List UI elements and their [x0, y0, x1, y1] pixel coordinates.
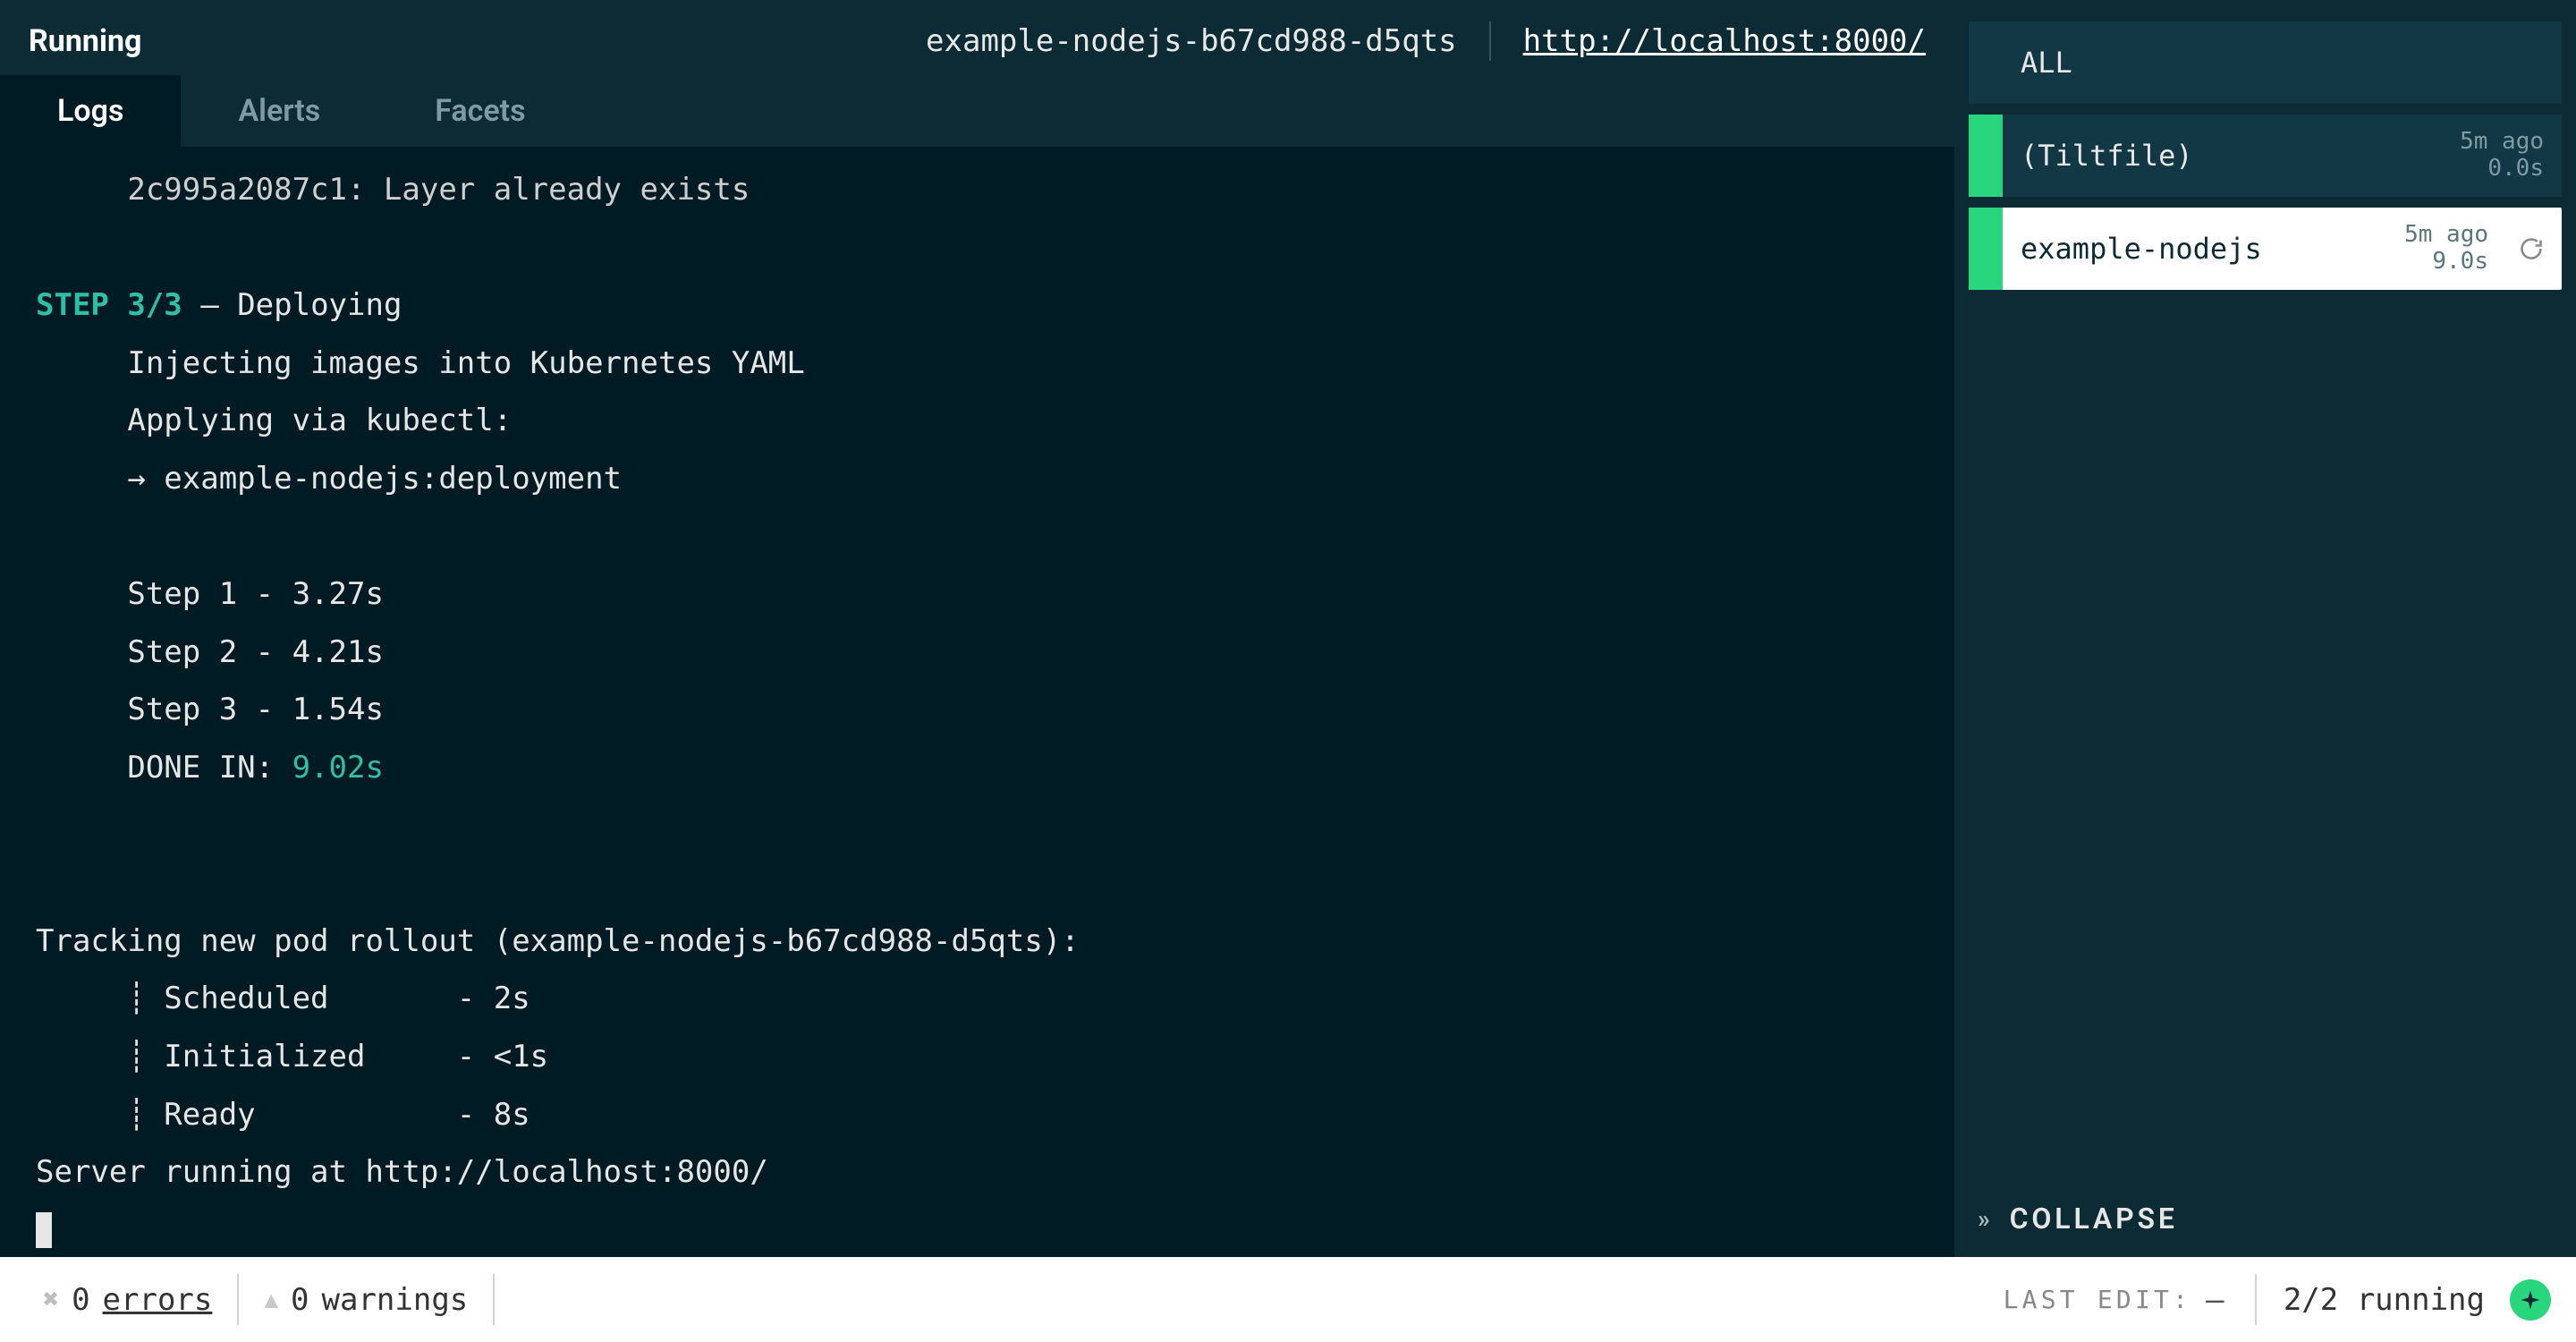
errors-count: 0 [72, 1282, 89, 1318]
running-count: 2/2 running [2257, 1257, 2510, 1342]
resource-name: example-nodejs [2021, 232, 2386, 266]
log-line: Step 1 - 3.27s [36, 565, 1919, 624]
warning-icon: ▲ [264, 1287, 278, 1313]
resource-age: 5m ago [2404, 222, 2488, 249]
errors-label: errors [103, 1282, 213, 1318]
separator [493, 1274, 495, 1325]
log-line: Applying via kubectl: [36, 392, 1919, 450]
tab-bar: Logs Alerts Facets [0, 75, 1954, 147]
resource-sidebar: ALL (Tiltfile) 5m ago 0.0s example-nodej… [1954, 0, 2576, 1257]
log-line [36, 219, 1919, 277]
tab-alerts[interactable]: Alerts [181, 75, 377, 147]
resource-duration: 9.0s [2432, 249, 2488, 276]
collapse-button[interactable]: » COLLAPSE [1969, 1185, 2562, 1257]
last-edit-value: — [2206, 1282, 2228, 1318]
resource-example-nodejs[interactable]: example-nodejs 5m ago 9.0s [1969, 208, 2562, 290]
resource-tiltfile[interactable]: (Tiltfile) 5m ago 0.0s [1969, 115, 2562, 197]
endpoint-link[interactable]: http://localhost:8000/ [1523, 23, 1926, 59]
log-line: 2c995a2087c1: Layer already exists [36, 161, 1919, 219]
errors-group[interactable]: ✖ 0 errors [18, 1257, 237, 1342]
error-icon: ✖ [43, 1284, 59, 1315]
tab-logs[interactable]: Logs [0, 75, 181, 147]
tilt-logo-icon[interactable] [2510, 1279, 2551, 1321]
status-label: Running [29, 23, 141, 59]
log-line: Tracking new pod rollout (example-nodejs… [36, 913, 1919, 971]
resource-meta: 5m ago 0.0s [2460, 129, 2544, 183]
log-output[interactable]: 2c995a2087c1: Layer already exists STEP … [0, 147, 1954, 1257]
log-line [36, 508, 1919, 566]
log-line: ┊ Ready - 8s [36, 1086, 1919, 1144]
log-line [36, 797, 1919, 855]
status-bar [1969, 208, 2003, 290]
resource-age: 5m ago [2460, 129, 2544, 156]
log-line: → example-nodejs:deployment [36, 450, 1919, 508]
log-cursor-line [36, 1202, 1919, 1257]
last-edit-label: LAST EDIT: [2004, 1285, 2192, 1314]
resource-name: ALL [2021, 46, 2544, 80]
tab-facets[interactable]: Facets [377, 75, 582, 147]
log-line [36, 854, 1919, 913]
warnings-group[interactable]: ▲ 0 warnings [239, 1257, 493, 1342]
log-line: Server running at http://localhost:8000/ [36, 1143, 1919, 1202]
log-line: ┊ Scheduled - 2s [36, 970, 1919, 1028]
warnings-count: 0 [291, 1282, 309, 1318]
pod-name: example-nodejs-b67cd988-d5qts [926, 23, 1457, 59]
header-separator [1489, 21, 1491, 61]
log-line: Injecting images into Kubernetes YAML [36, 335, 1919, 393]
collapse-label: COLLAPSE [2010, 1202, 2178, 1236]
status-bar [1969, 21, 2003, 104]
cursor [36, 1212, 52, 1248]
step-label: STEP 3/3 [36, 287, 182, 323]
done-time: 9.02s [292, 750, 384, 786]
refresh-icon[interactable] [2519, 236, 2544, 261]
resource-meta: 5m ago 9.0s [2404, 222, 2488, 276]
status-bar: ✖ 0 errors ▲ 0 warnings LAST EDIT: — 2/2… [0, 1257, 2576, 1342]
chevron-right-icon: » [1978, 1204, 1994, 1234]
log-line: DONE IN: 9.02s [36, 739, 1919, 797]
log-line: STEP 3/3 — Deploying [36, 276, 1919, 335]
log-line: ┊ Initialized - <1s [36, 1028, 1919, 1086]
warnings-label: warnings [322, 1282, 469, 1318]
resource-duration: 0.0s [2487, 156, 2544, 183]
log-line: Step 3 - 1.54s [36, 681, 1919, 739]
resource-name: (Tiltfile) [2021, 139, 2442, 173]
log-line: Step 2 - 4.21s [36, 624, 1919, 682]
last-edit: LAST EDIT: — [2004, 1282, 2255, 1318]
resource-all[interactable]: ALL [1969, 21, 2562, 104]
status-bar [1969, 115, 2003, 197]
